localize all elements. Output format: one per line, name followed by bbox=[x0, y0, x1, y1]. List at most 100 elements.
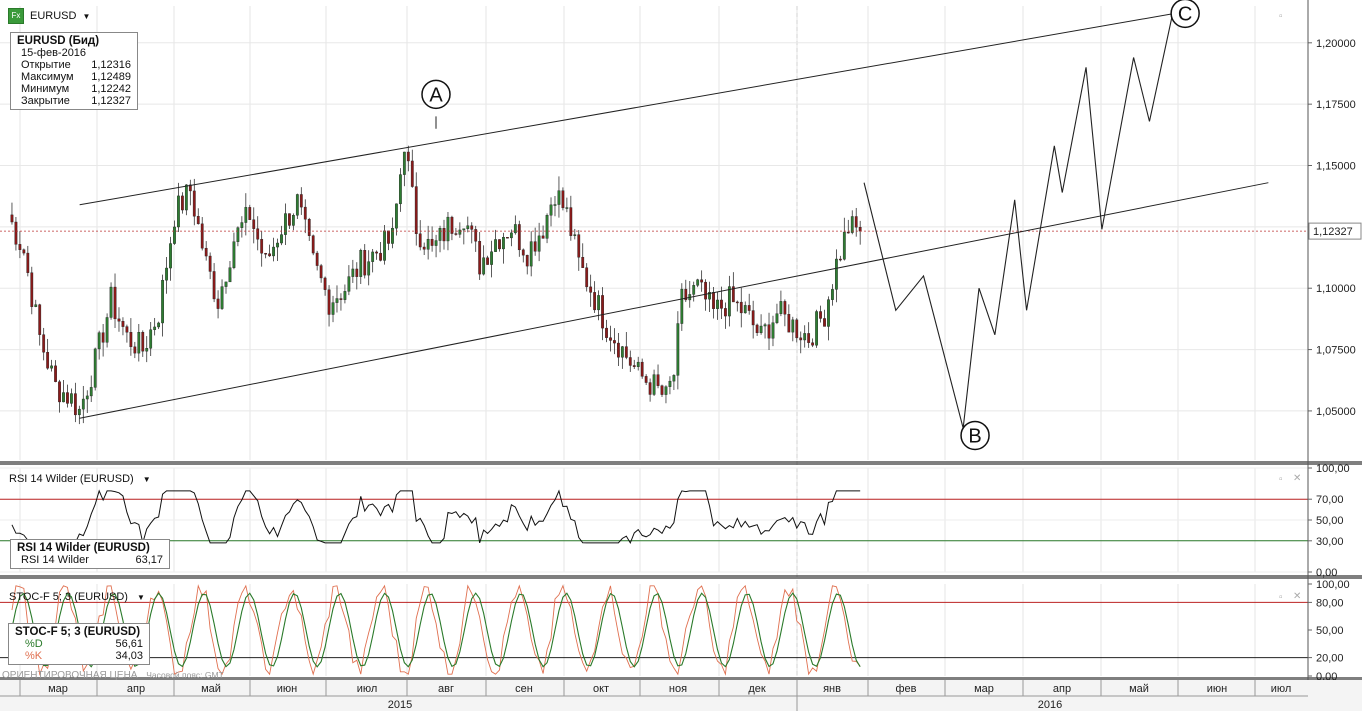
candle bbox=[232, 241, 236, 268]
candle bbox=[101, 332, 105, 343]
candle bbox=[827, 299, 830, 327]
candle bbox=[569, 207, 573, 236]
rsi-tick-label: 70,00 bbox=[1316, 494, 1344, 506]
value-axis[interactable]: 1,050001,075001,100001,125001,150001,175… bbox=[1307, 0, 1362, 683]
candle bbox=[624, 346, 628, 358]
candle bbox=[327, 289, 331, 315]
price-tick-label: 1,15000 bbox=[1316, 161, 1356, 173]
candle bbox=[838, 258, 842, 261]
candle bbox=[819, 311, 822, 319]
candle bbox=[541, 235, 545, 239]
candle bbox=[288, 213, 291, 226]
candle bbox=[509, 232, 513, 239]
month-label: июн bbox=[1207, 683, 1227, 695]
chevron-down-icon: ▼ bbox=[137, 593, 145, 602]
year-label: 2015 bbox=[388, 699, 412, 711]
pane-maximize-icon[interactable]: ▫ bbox=[1279, 11, 1283, 22]
chevron-down-icon: ▼ bbox=[142, 475, 151, 484]
candle bbox=[30, 272, 34, 307]
candle bbox=[609, 337, 612, 341]
pane-maximize-icon[interactable]: ▫ bbox=[1279, 592, 1283, 603]
candle bbox=[799, 337, 803, 341]
month-label: авг bbox=[438, 683, 454, 695]
candle bbox=[379, 252, 382, 261]
candle bbox=[335, 298, 339, 303]
candle bbox=[58, 381, 61, 403]
candle bbox=[363, 250, 367, 276]
candle bbox=[807, 333, 811, 343]
stoch-pane[interactable] bbox=[0, 584, 1308, 676]
rsi-indicator-selector[interactable]: RSI 14 Wilder (EURUSD) ▼ bbox=[9, 473, 151, 485]
month-label: фев bbox=[895, 683, 916, 695]
candle bbox=[537, 235, 541, 252]
time-axis[interactable]: мар апр май июн июл авг сен окт ноя дек янв фев мар а… bbox=[0, 680, 1362, 711]
rsi-header-label: RSI 14 Wilder (EURUSD) bbox=[9, 473, 134, 485]
candle bbox=[418, 233, 422, 248]
candle bbox=[486, 257, 489, 265]
rsi-pane[interactable] bbox=[0, 489, 1308, 545]
candle bbox=[93, 348, 97, 388]
candle bbox=[105, 317, 109, 343]
candle bbox=[343, 291, 347, 300]
candle bbox=[244, 207, 248, 223]
candle bbox=[81, 398, 85, 410]
rsi-tick-label: 30,00 bbox=[1316, 536, 1344, 548]
candle bbox=[529, 241, 533, 267]
candle bbox=[835, 258, 838, 290]
price-pane[interactable]: A B C bbox=[0, 0, 1308, 451]
candle bbox=[367, 261, 371, 276]
symbol-selector[interactable]: Fx EURUSD ▼ bbox=[8, 8, 90, 24]
chart-canvas[interactable]: ABC 1,050001,075001,100001,125001,150001… bbox=[0, 0, 1362, 711]
candle bbox=[593, 292, 597, 311]
candle bbox=[735, 301, 739, 304]
candle bbox=[18, 244, 22, 250]
grid bbox=[0, 6, 1362, 681]
month-label: окт bbox=[593, 683, 609, 695]
candle bbox=[803, 333, 807, 341]
candle bbox=[502, 237, 505, 250]
candle bbox=[680, 288, 684, 324]
pane-close-icon[interactable]: ✕ bbox=[1293, 591, 1301, 602]
candle bbox=[549, 204, 553, 216]
forecast-path bbox=[863, 10, 1174, 429]
candle bbox=[181, 195, 184, 211]
candle bbox=[759, 325, 763, 334]
candle bbox=[260, 239, 264, 254]
reference-price-note: ОРИЕНТИРОВОЧНАЯ ЦЕНА Часовой пояс: GMT bbox=[2, 670, 224, 681]
candle bbox=[307, 219, 311, 236]
candle bbox=[252, 219, 256, 229]
candle bbox=[359, 250, 363, 277]
candle bbox=[184, 184, 188, 211]
candle bbox=[446, 216, 450, 242]
candle bbox=[26, 252, 30, 273]
candle bbox=[490, 251, 493, 265]
candle bbox=[438, 228, 442, 241]
candle bbox=[696, 279, 700, 286]
candle bbox=[577, 234, 581, 258]
candle bbox=[422, 246, 426, 250]
candle bbox=[165, 267, 168, 281]
candle bbox=[387, 230, 390, 244]
candle bbox=[648, 382, 652, 395]
month-label: июн bbox=[277, 683, 297, 695]
candle bbox=[771, 322, 775, 339]
candle bbox=[676, 323, 680, 376]
candle bbox=[747, 305, 751, 311]
candle bbox=[613, 340, 616, 344]
candle bbox=[787, 314, 791, 333]
candle bbox=[672, 375, 676, 382]
candle bbox=[299, 194, 303, 208]
candle bbox=[311, 235, 315, 254]
candle bbox=[157, 322, 161, 328]
candle bbox=[660, 385, 664, 395]
ohlc-info-box: EURUSD (Бид) 15-фев-2016 Открытие 1,12316… bbox=[10, 32, 138, 110]
candle bbox=[351, 268, 355, 277]
pane-maximize-icon[interactable]: ▫ bbox=[1279, 474, 1283, 485]
pane-close-icon[interactable]: ✕ bbox=[1293, 473, 1301, 484]
candle bbox=[268, 253, 271, 257]
candle bbox=[636, 361, 640, 367]
candle bbox=[585, 267, 589, 288]
candle bbox=[664, 386, 668, 395]
stoch-indicator-selector[interactable]: STOC-F 5; 3 (EURUSD) ▼ bbox=[9, 591, 145, 603]
candle bbox=[779, 301, 783, 314]
